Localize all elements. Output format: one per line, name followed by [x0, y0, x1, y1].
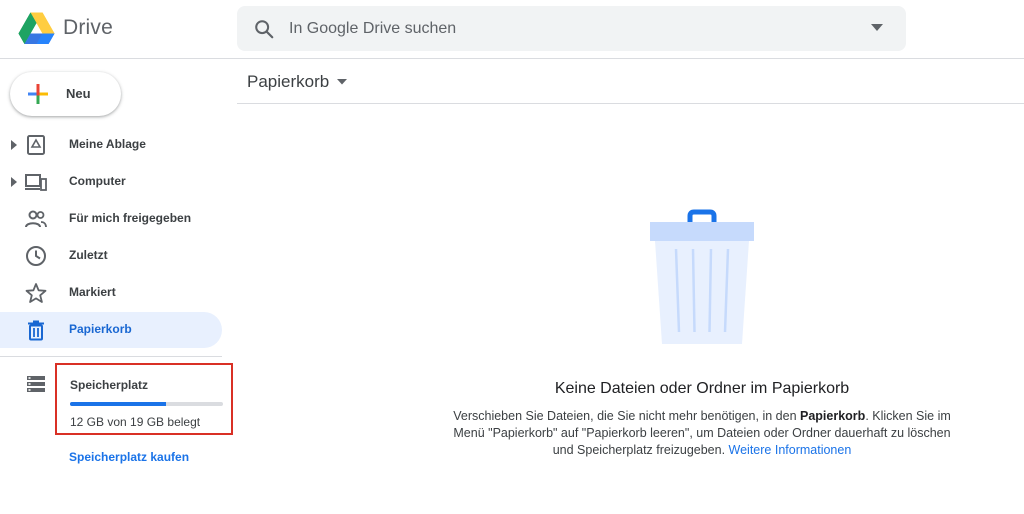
empty-state-title: Keine Dateien oder Ordner im Papierkorb — [554, 380, 850, 397]
empty-state-description: Verschieben Sie Dateien, die Sie nicht m… — [442, 408, 962, 459]
storage-highlight-box[interactable]: Speicherplatz 12 GB von 19 GB belegt — [55, 363, 233, 435]
page-title[interactable]: Papierkorb — [247, 72, 329, 92]
drive-logo-icon[interactable] — [18, 12, 55, 45]
my-drive-icon — [27, 135, 45, 155]
search-input[interactable] — [289, 6, 849, 51]
sidebar-item-label: Markiert — [69, 285, 116, 299]
app-header: Drive — [0, 0, 1024, 59]
shared-icon — [25, 210, 47, 228]
sidebar-item-recent[interactable]: Zuletzt — [0, 238, 222, 274]
sidebar-item-label: Meine Ablage — [69, 137, 146, 151]
expand-arrow-icon[interactable] — [11, 140, 17, 150]
buy-storage-link[interactable]: Speicherplatz kaufen — [69, 450, 189, 464]
plus-icon — [28, 84, 48, 104]
expand-arrow-icon[interactable] — [11, 177, 17, 187]
sidebar-item-my-drive[interactable]: Meine Ablage — [0, 127, 222, 163]
sidebar-item-starred[interactable]: Markiert — [0, 275, 222, 311]
storage-usage-fill — [70, 402, 167, 406]
sidebar-item-label: Computer — [69, 174, 126, 188]
main-title-bar: Papierkorb — [237, 60, 1024, 104]
sidebar-item-label: Zuletzt — [69, 248, 108, 262]
new-button[interactable]: Neu — [10, 72, 121, 116]
sidebar-item-label: Papierkorb — [69, 322, 132, 336]
chevron-down-icon[interactable] — [337, 79, 347, 85]
clock-icon — [26, 246, 46, 266]
storage-usage-text: 12 GB von 19 GB belegt — [70, 415, 201, 429]
trash-icon — [28, 320, 44, 341]
sidebar-item-label: Für mich freigegeben — [69, 211, 192, 225]
sidebar-item-computer[interactable]: Computer — [0, 164, 222, 200]
sidebar-item-shared[interactable]: Für mich freigegeben — [0, 201, 222, 237]
storage-icon — [27, 376, 45, 392]
empty-trash-illustration-icon — [650, 209, 754, 344]
search-icon[interactable] — [253, 18, 275, 40]
new-button-label: Neu — [66, 86, 91, 101]
search-bar[interactable] — [237, 6, 906, 51]
learn-more-link[interactable]: Weitere Informationen — [729, 443, 852, 457]
search-options-dropdown-icon[interactable] — [871, 24, 883, 32]
empty-state-desc-part1: Verschieben Sie Dateien, die Sie nicht m… — [453, 409, 800, 423]
storage-label: Speicherplatz — [70, 378, 149, 392]
star-icon — [25, 283, 47, 303]
storage-usage-bar — [70, 402, 223, 406]
computer-icon — [25, 174, 47, 191]
sidebar-item-trash[interactable]: Papierkorb — [0, 312, 222, 348]
empty-state-desc-bold: Papierkorb — [800, 409, 866, 423]
sidebar-divider — [0, 356, 222, 357]
brand-name: Drive — [63, 16, 114, 39]
